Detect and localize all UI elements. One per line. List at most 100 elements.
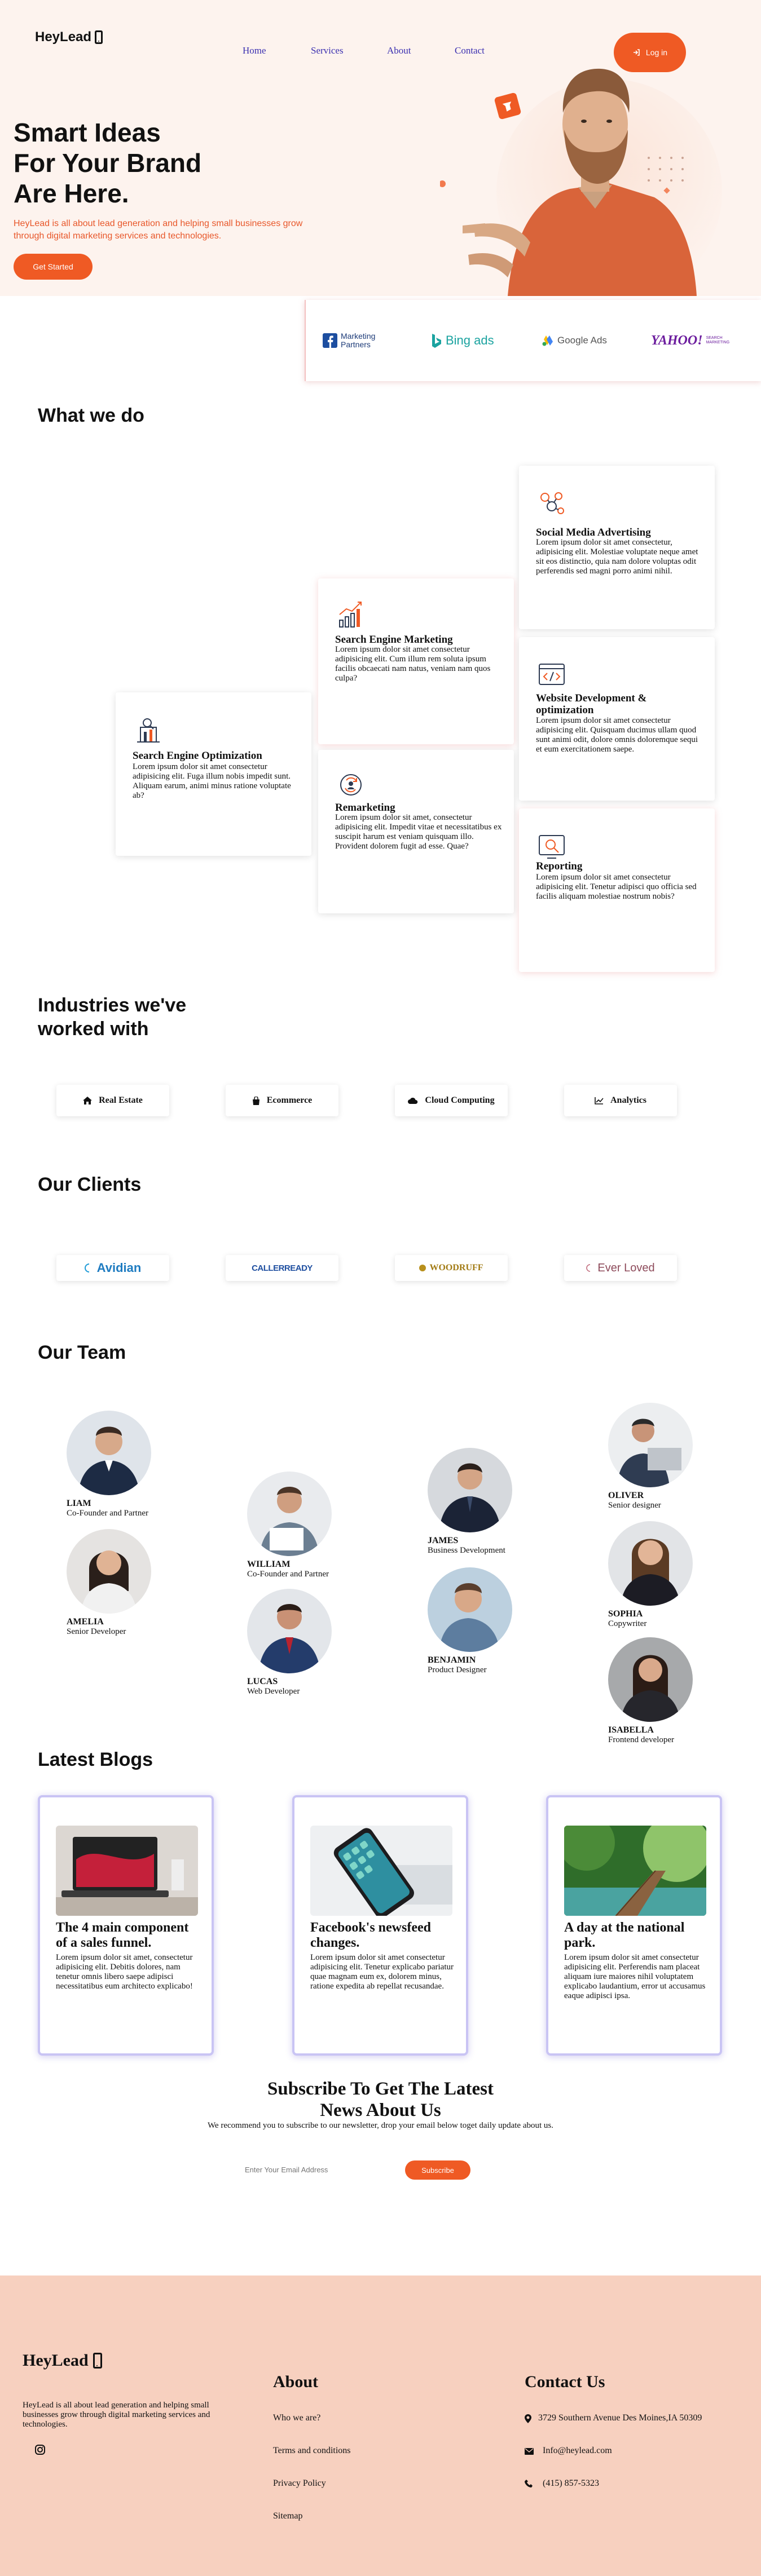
blog-title[interactable]: Facebook's newsfeed changes. bbox=[310, 1920, 457, 1951]
member-name: LIAM bbox=[67, 1499, 91, 1508]
nav-about-link[interactable]: About bbox=[387, 45, 411, 56]
bing-icon bbox=[432, 334, 441, 348]
blog-title[interactable]: A day at the national park. bbox=[564, 1920, 711, 1951]
hero-title-line-1: Smart Ideas bbox=[14, 118, 161, 147]
social-network-icon bbox=[540, 492, 564, 514]
service-title: Social Media Advertising bbox=[536, 527, 651, 538]
code-window-icon bbox=[539, 664, 565, 685]
blog-card[interactable]: The 4 main component of a sales funnel. … bbox=[38, 1795, 214, 2056]
avatar bbox=[428, 1567, 512, 1652]
client-logo-callerready: CALLERREADY bbox=[226, 1255, 338, 1281]
shopping-bag-icon bbox=[252, 1096, 259, 1105]
footer-logo[interactable]: HeyLead bbox=[23, 2351, 102, 2370]
facebook-marketing-partners-logo: Marketing Partners bbox=[323, 329, 375, 352]
nav-contact-link[interactable]: Contact bbox=[455, 45, 485, 56]
member-name: WILLIAM bbox=[247, 1559, 291, 1569]
subscribe-button[interactable]: Subscribe bbox=[405, 2160, 470, 2180]
footer-address: 3729 Southern Avenue Des Moines,IA 50309 bbox=[538, 2413, 702, 2423]
brand-logo[interactable]: HeyLead bbox=[35, 29, 103, 45]
member-name: ISABELLA bbox=[608, 1725, 654, 1735]
email-input[interactable] bbox=[239, 2159, 397, 2180]
footer-about-heading: About bbox=[273, 2372, 319, 2391]
service-title: Reporting bbox=[536, 860, 583, 872]
service-card-social-media[interactable]: Social Media Advertising Lorem ipsum dol… bbox=[519, 466, 715, 629]
footer-link-who-we-are[interactable]: Who we are? bbox=[273, 2413, 320, 2423]
team-member-oliver: OLIVER Senior designer bbox=[608, 1403, 693, 1510]
service-card-seo[interactable]: Search Engine Optimization Lorem ipsum d… bbox=[116, 692, 311, 856]
blog-excerpt: Lorem ipsum dolor sit amet consectetur a… bbox=[564, 1953, 706, 2000]
service-card-reporting[interactable]: Reporting Lorem ipsum dolor sit amet con… bbox=[519, 808, 715, 972]
seo-icon bbox=[137, 718, 160, 743]
industry-ecommerce[interactable]: Ecommerce bbox=[226, 1085, 338, 1116]
blog-image-laptop bbox=[56, 1826, 198, 1916]
report-icon bbox=[539, 835, 565, 859]
what-we-do-heading: What we do bbox=[38, 405, 144, 426]
avatar bbox=[67, 1529, 151, 1614]
avatar bbox=[608, 1403, 693, 1487]
footer-link-privacy[interactable]: Privacy Policy bbox=[273, 2478, 326, 2489]
blogs-heading: Latest Blogs bbox=[38, 1749, 153, 1770]
google-ads-text: Google Ads bbox=[557, 335, 607, 346]
team-member-james: JAMES Business Development bbox=[428, 1448, 512, 1556]
team-member-sophia: SOPHIA Copywriter bbox=[608, 1521, 693, 1629]
member-role: Business Development bbox=[428, 1546, 505, 1555]
remarketing-icon bbox=[340, 774, 362, 796]
blog-card[interactable]: Facebook's newsfeed changes. Lorem ipsum… bbox=[292, 1795, 468, 2056]
blog-image-smartphone bbox=[310, 1826, 452, 1916]
home-icon bbox=[83, 1097, 93, 1104]
subscribe-text: We recommend you to subscribe to our new… bbox=[207, 2121, 554, 2130]
yahoo-text: YAHOO! bbox=[651, 333, 703, 348]
avatar bbox=[247, 1589, 332, 1673]
industry-real-estate[interactable]: Real Estate bbox=[56, 1085, 169, 1116]
service-text: Lorem ipsum dolor sit amet consectetur, … bbox=[536, 538, 698, 576]
avatar bbox=[608, 1637, 693, 1722]
footer-description: HeyLead is all about lead generation and… bbox=[23, 2401, 210, 2429]
service-text: Lorem ipsum dolor sit amet consectetur a… bbox=[536, 873, 697, 901]
subscribe-heading-line-2: News About Us bbox=[320, 2100, 441, 2120]
bing-ads-logo: Bing ads bbox=[431, 329, 494, 352]
bing-ads-text: Bing ads bbox=[446, 333, 494, 347]
footer-link-terms[interactable]: Terms and conditions bbox=[273, 2446, 351, 2456]
blog-image-national-park bbox=[564, 1826, 706, 1916]
phone-icon bbox=[95, 30, 103, 44]
hero-title-line-2: For Your Brand bbox=[14, 148, 202, 178]
footer-contact-heading: Contact Us bbox=[525, 2372, 605, 2391]
clients-heading: Our Clients bbox=[38, 1174, 142, 1195]
google-ads-logo: Google Ads bbox=[542, 329, 607, 352]
member-role: Senior Developer bbox=[67, 1627, 126, 1636]
phone-call-icon bbox=[525, 2480, 533, 2487]
blog-title[interactable]: The 4 main component of a sales funnel. bbox=[56, 1920, 203, 1951]
nav-services-link[interactable]: Services bbox=[311, 45, 344, 56]
instagram-icon[interactable] bbox=[35, 2445, 45, 2455]
team-member-benjamin: BENJAMIN Product Designer bbox=[428, 1567, 512, 1675]
member-role: Product Designer bbox=[428, 1665, 487, 1674]
industry-analytics[interactable]: Analytics bbox=[564, 1085, 677, 1116]
blog-card[interactable]: A day at the national park. Lorem ipsum … bbox=[546, 1795, 722, 2056]
yahoo-search-marketing-logo: YAHOO! SEARCH MARKETING bbox=[651, 329, 729, 352]
facebook-partner-line-2: Partners bbox=[341, 340, 371, 349]
nav-home-link[interactable]: Home bbox=[243, 45, 266, 56]
footer-phone[interactable]: (415) 857-5323 bbox=[543, 2478, 599, 2489]
service-card-sem[interactable]: Search Engine Marketing Lorem ipsum dolo… bbox=[318, 578, 514, 744]
member-role: Frontend developer bbox=[608, 1735, 675, 1744]
hero-man-illustration bbox=[440, 68, 722, 296]
avatar bbox=[67, 1411, 151, 1495]
footer-link-sitemap[interactable]: Sitemap bbox=[273, 2511, 302, 2521]
client-logo-avidian: Avidian bbox=[56, 1255, 169, 1281]
facebook-partner-line-1: Marketing bbox=[341, 332, 376, 341]
service-card-remarketing[interactable]: Remarketing Lorem ipsum dolor sit amet, … bbox=[318, 750, 514, 913]
hero-subtitle: HeyLead is all about lead generation and… bbox=[14, 219, 303, 241]
avatar bbox=[428, 1448, 512, 1532]
footer-email[interactable]: Info@heylead.com bbox=[543, 2446, 612, 2456]
footer: HeyLead HeyLead is all about lead genera… bbox=[0, 2275, 761, 2576]
service-text: Lorem ipsum dolor sit amet, consectetur … bbox=[335, 813, 502, 851]
avatar bbox=[247, 1472, 332, 1556]
team-member-isabella: ISABELLA Frontend developer bbox=[608, 1637, 693, 1745]
industry-cloud-computing[interactable]: Cloud Computing bbox=[395, 1085, 508, 1116]
team-member-william: WILLIAM Co-Founder and Partner bbox=[247, 1472, 332, 1579]
industry-label: Real Estate bbox=[99, 1095, 143, 1105]
location-pin-icon bbox=[525, 2414, 531, 2423]
line-chart-icon bbox=[595, 1097, 604, 1104]
get-started-button[interactable]: Get Started bbox=[14, 254, 93, 280]
service-card-website-development[interactable]: Website Development & optimization Lorem… bbox=[519, 637, 715, 801]
